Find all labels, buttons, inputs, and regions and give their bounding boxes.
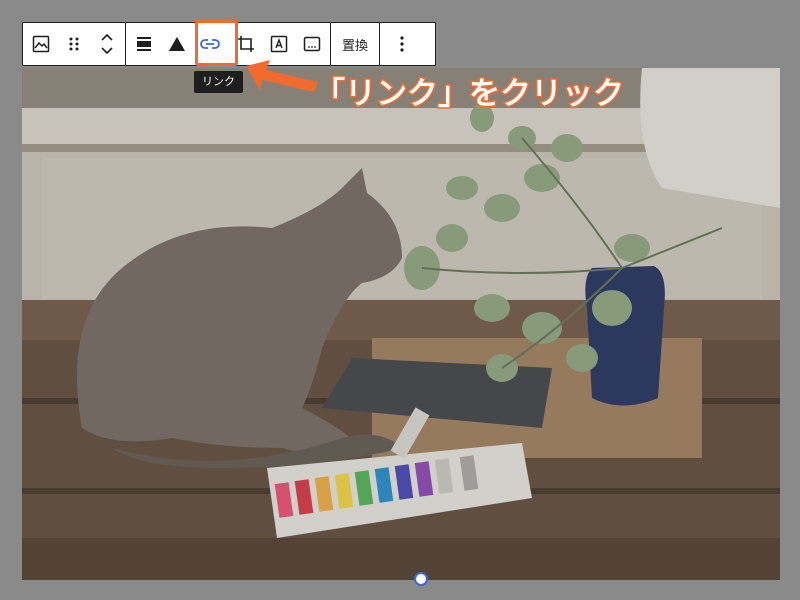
image-block[interactable] <box>22 68 780 580</box>
crop-icon[interactable] <box>228 23 264 65</box>
alt-text-icon[interactable] <box>294 23 330 65</box>
annotation-callout: 「リンク」をクリック <box>313 75 626 114</box>
align-icon[interactable] <box>126 23 162 65</box>
move-up-down-icon[interactable] <box>89 23 125 65</box>
duotone-icon[interactable] <box>162 23 192 65</box>
more-options-icon[interactable] <box>380 23 424 65</box>
options-group <box>379 23 424 65</box>
image-icon[interactable] <box>23 23 59 65</box>
link-tooltip: リンク <box>194 71 243 93</box>
image-dim-overlay <box>22 68 780 580</box>
link-icon[interactable] <box>192 23 228 65</box>
text-overlay-icon[interactable] <box>264 23 294 65</box>
replace-button[interactable]: 置換 <box>331 23 379 65</box>
block-controls-group <box>125 23 330 65</box>
replace-group: 置換 <box>330 23 379 65</box>
resize-handle[interactable] <box>414 572 428 586</box>
drag-handle-icon[interactable] <box>59 23 89 65</box>
block-toolbar: 置換 <box>22 22 436 66</box>
block-switcher-group <box>23 23 125 65</box>
